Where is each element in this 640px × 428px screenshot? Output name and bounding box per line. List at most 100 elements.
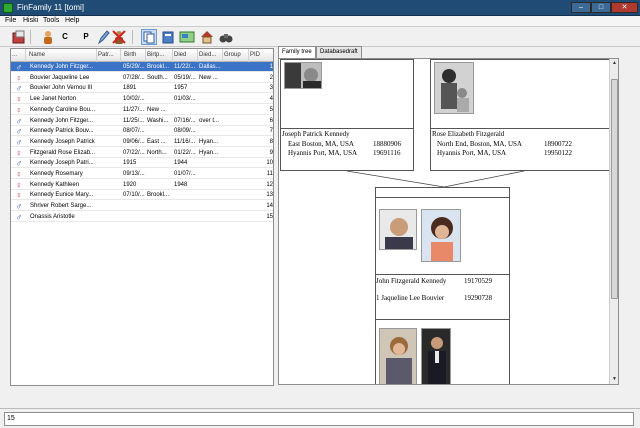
cell-birth [123, 201, 147, 211]
c-button[interactable]: C [57, 29, 73, 45]
cell-name: Kennedy Joseph Patrick [30, 138, 95, 145]
toolbar: C P [0, 27, 640, 47]
cell-name: Bouvier John Vernou III [30, 85, 93, 92]
column-header-died[interactable]: Died [173, 49, 198, 62]
wife-name: 1 Jaqueline Lee Bouvier [376, 294, 445, 302]
cell-deathplace: over t... [199, 117, 220, 124]
cell-died [174, 201, 199, 211]
cell-birth: 1891 [123, 85, 137, 92]
image-icon[interactable] [179, 29, 195, 45]
table-row[interactable]: ♀ Kennedy Rosemary 09/13/... 01/07/... 11 [11, 169, 273, 179]
scrollbar-thumb[interactable] [611, 79, 618, 299]
column-header-patronymic[interactable]: Patr... [97, 49, 121, 62]
husband-birth-date: 19170529 [464, 277, 492, 285]
table-row[interactable]: ♂ Shriver Robert Sarge... 14 [11, 201, 273, 212]
p-button[interactable]: P [78, 29, 94, 45]
table-row[interactable]: ♂ Kennedy Joseph Patrick 09/06/... East ...… [11, 137, 273, 147]
cell-birthplace [147, 158, 174, 168]
cell-died: 1944 [174, 160, 188, 167]
cell-name: Bouvier Jaqueline Lee [30, 74, 90, 81]
menu-help[interactable]: Help [65, 17, 79, 24]
column-header-pid[interactable]: PID [249, 49, 273, 62]
table-row[interactable]: ♂ Kennedy John Fitzger... 11/25/... Washi..… [11, 116, 273, 126]
cell-birthplace [147, 169, 174, 179]
menu-tools[interactable]: Tools [43, 17, 59, 24]
scroll-up-icon[interactable]: ▲ [610, 59, 618, 68]
maximize-button[interactable]: □ [591, 2, 611, 13]
person-icon[interactable] [40, 29, 56, 45]
cell-birthplace: Brookl... [147, 192, 170, 199]
cell-pid: 2 [269, 74, 273, 81]
tab-databasedraft[interactable]: Databasedraft [316, 46, 362, 58]
column-header-birth[interactable]: Birth [121, 49, 146, 62]
table-row[interactable]: ♀ Lee Janet Norton 10/02/... 01/03/... 4 [11, 94, 273, 105]
cell-name: Kennedy John Fitzger... [30, 117, 94, 124]
list-header: ... Name Patr... Birth Birtp... Died Die… [11, 49, 273, 62]
scroll-down-icon[interactable]: ▼ [610, 375, 618, 384]
column-header-name[interactable]: Name [26, 49, 97, 62]
table-row[interactable]: ♀ Kennedy Caroline Bou... 11/27/... New ...… [11, 105, 273, 115]
pencil-icon[interactable] [95, 29, 111, 45]
table-row[interactable]: ♂ Kennedy John Fitzger... 05/29/... Brookl.… [11, 62, 273, 72]
table-row[interactable]: ♀ Fitzgerald Rose Elizab... 07/22/... North… [11, 148, 273, 158]
cell-birth: 07/22/... [123, 149, 145, 156]
table-row[interactable]: ♀ Kennedy Kathleen 1920 1948 12 [11, 180, 273, 190]
menu-file[interactable]: File [5, 17, 16, 24]
binoculars-icon[interactable] [218, 29, 234, 45]
cell-deathplace [199, 126, 223, 136]
database-icon[interactable] [160, 29, 176, 45]
table-row[interactable]: ♂ Bouvier John Vernou III 1891 1957 3 [11, 83, 273, 94]
cell-pid: 9 [269, 149, 273, 156]
copy-icon[interactable] [141, 29, 157, 45]
column-header-birthplace[interactable]: Birtp... [146, 49, 173, 62]
cell-birthplace [147, 126, 174, 136]
male-icon: ♂ [15, 201, 23, 212]
cell-birthplace [147, 94, 174, 104]
cell-birth: 07/10/... [123, 192, 145, 199]
column-header-group[interactable]: Group [223, 49, 249, 62]
cell-pid: 13 [266, 192, 273, 199]
cell-birthplace: Brookl... [147, 64, 170, 70]
cell-name: Kennedy Caroline Bou... [30, 106, 96, 113]
delete-person-icon[interactable] [111, 29, 127, 45]
title-bar: FinFamily 11 [tomi] – □ ✕ [0, 0, 640, 16]
table-row[interactable]: ♂ Kennedy Joseph Patri... 1915 1944 10 [11, 158, 273, 169]
cell-pid: 12 [266, 181, 273, 188]
cell-died: 01/03/... [174, 96, 196, 103]
table-row[interactable]: ♀ Kennedy Eunice Mary... 07/10/... Brookl..… [11, 190, 273, 201]
tree-scrollbar[interactable]: ▲ ▼ [609, 59, 618, 384]
cell-birthplace [147, 212, 174, 222]
table-row[interactable]: ♀ Bouvier Jaqueline Lee 07/28/... South... 0… [11, 73, 273, 83]
cell-pid: 7 [269, 128, 273, 135]
cell-died [174, 105, 199, 115]
cell-pid: 14 [266, 203, 273, 210]
person-list[interactable]: ... Name Patr... Birth Birtp... Died Die… [10, 48, 274, 386]
wife-photo [421, 209, 461, 262]
minimize-button[interactable]: – [571, 2, 591, 13]
table-row[interactable]: ♂ Kennedy Patrick Bouv... 08/07/... 08/09/.… [11, 126, 273, 137]
cell-name: Kennedy Patrick Bouv... [30, 128, 94, 135]
menu-hiski[interactable]: Hiski [23, 17, 38, 24]
cell-birthplace [147, 83, 174, 93]
table-row[interactable]: ♂ Onassis Aristotle 15 [11, 212, 273, 222]
home-icon[interactable] [199, 29, 215, 45]
cell-birthplace: New ... [147, 106, 166, 113]
cell-deathplace [199, 94, 223, 104]
family-tree-view[interactable]: Joseph Patrick Kennedy East Boston, MA, … [278, 58, 619, 385]
cell-deathplace: Dallas... [199, 64, 221, 70]
column-header-gender[interactable]: ... [11, 49, 26, 62]
cell-died: 11/22/... [174, 64, 196, 70]
cell-died: 1957 [174, 85, 188, 92]
cell-birth: 11/27/... [123, 106, 145, 113]
divider [376, 197, 509, 198]
couple-box[interactable]: John Fitzgerald Kennedy 19170529 1 Jaque… [375, 187, 510, 384]
cell-birth: 1920 [123, 181, 137, 188]
column-header-deathplace[interactable]: Died... [198, 49, 223, 62]
cell-deathplace [199, 190, 223, 200]
status-bar: 15 [0, 408, 640, 428]
close-button[interactable]: ✕ [611, 2, 638, 13]
cell-birthplace [147, 180, 174, 190]
open-database-icon[interactable] [11, 29, 27, 45]
cell-deathplace [199, 83, 223, 93]
tree-connectors [346, 170, 525, 188]
